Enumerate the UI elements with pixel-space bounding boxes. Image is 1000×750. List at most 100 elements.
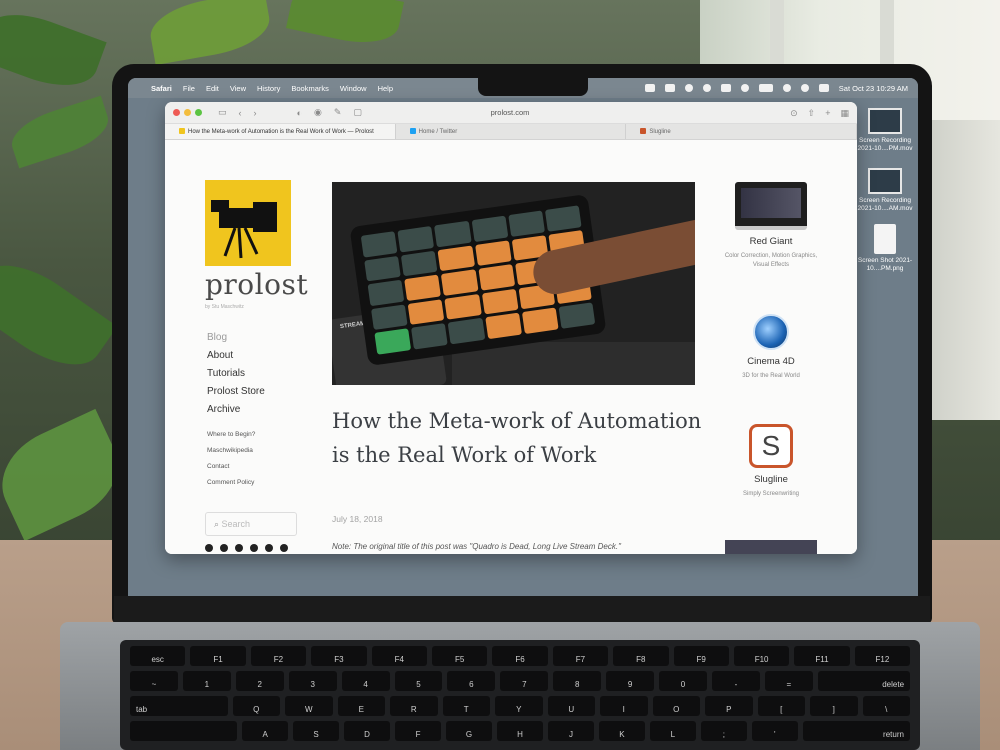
tab-slugline[interactable]: Slugline (626, 124, 857, 139)
twitter-icon[interactable] (205, 544, 213, 552)
email-icon[interactable] (280, 544, 288, 552)
site-brand[interactable]: prolost (205, 268, 308, 301)
key-9[interactable]: 9 (606, 671, 655, 691)
key-semicolon[interactable]: ; (700, 721, 747, 741)
menu-edit[interactable]: Edit (206, 84, 219, 93)
key-u[interactable]: U (547, 696, 595, 716)
ad-cinema-4d[interactable]: Cinema 4D 3D for the Real World (721, 314, 821, 381)
key-8[interactable]: 8 (553, 671, 602, 691)
key-delete[interactable]: delete (817, 671, 911, 691)
key-f1[interactable]: F1 (190, 646, 246, 666)
key-p[interactable]: P (705, 696, 753, 716)
key-h[interactable]: H (496, 721, 543, 741)
status-color-icon[interactable] (702, 84, 711, 92)
new-tab-icon[interactable]: + (825, 108, 830, 118)
key-return[interactable]: return (802, 721, 910, 741)
menu-file[interactable]: File (183, 84, 195, 93)
nav-comment-policy[interactable]: Comment Policy (207, 479, 265, 486)
search-icon[interactable] (800, 84, 809, 92)
user-icon[interactable] (740, 84, 749, 92)
menubar-clock[interactable]: Sat Oct 23 10:29 AM (839, 84, 908, 93)
youtube-icon[interactable] (235, 544, 243, 552)
key-6[interactable]: 6 (447, 671, 496, 691)
key-i[interactable]: I (600, 696, 648, 716)
minimize-window-icon[interactable] (184, 109, 191, 116)
key-2[interactable]: 2 (235, 671, 284, 691)
tab-prolost[interactable]: How the Meta-work of Automation is the R… (165, 124, 396, 139)
ad-slugline[interactable]: S Slugline Simply Screenwriting (721, 424, 821, 499)
nav-blog[interactable]: Blog (207, 332, 265, 343)
status-script-icon[interactable] (720, 84, 731, 92)
key-f7[interactable]: F7 (552, 646, 609, 666)
key-w[interactable]: W (285, 696, 333, 716)
menu-history[interactable]: History (257, 84, 280, 93)
vimeo-icon[interactable] (250, 544, 258, 552)
key-f6[interactable]: F6 (492, 646, 548, 666)
download-icon[interactable]: ⊙ (790, 108, 798, 119)
menu-app-safari[interactable]: Safari (151, 84, 172, 93)
key-q[interactable]: Q (232, 696, 280, 716)
key-minus[interactable]: - (711, 671, 760, 691)
nav-where-to-begin[interactable]: Where to Begin? (207, 431, 265, 438)
key-g[interactable]: G (446, 721, 492, 741)
key-f8[interactable]: F8 (613, 646, 669, 666)
article-title[interactable]: How the Meta-work of Automation is the R… (332, 404, 712, 472)
key-0[interactable]: 0 (659, 671, 707, 691)
sidebar-toggle-icon[interactable]: ▭ (218, 107, 227, 118)
tab-twitter[interactable]: Home / Twitter (396, 124, 627, 139)
control-center-icon[interactable] (818, 84, 829, 92)
key-4[interactable]: 4 (341, 671, 390, 691)
nav-archive[interactable]: Archive (207, 404, 265, 415)
key-equals[interactable]: = (764, 671, 813, 691)
key-t[interactable]: T (442, 696, 490, 716)
ad-thumbnail[interactable] (725, 540, 817, 554)
prolost-logo[interactable] (205, 180, 291, 266)
key-j[interactable]: J (547, 721, 594, 741)
nav-about[interactable]: About (207, 350, 265, 361)
nav-maschwikipedia[interactable]: Maschwikipedia (207, 447, 265, 454)
nav-prolost-store[interactable]: Prolost Store (207, 386, 265, 397)
tab-overview-icon[interactable]: ▦ (840, 108, 849, 119)
key-f10[interactable]: F10 (733, 646, 790, 666)
menu-view[interactable]: View (230, 84, 246, 93)
menu-bookmarks[interactable]: Bookmarks (291, 84, 329, 93)
key-a[interactable]: A (242, 721, 289, 741)
key-f4[interactable]: F4 (371, 646, 427, 666)
desktop-file-recording-2[interactable]: Screen Recording 2021-10....AM.mov (850, 168, 918, 213)
battery-icon[interactable] (758, 84, 773, 92)
forward-icon[interactable]: › (254, 108, 257, 118)
key-r[interactable]: R (390, 696, 438, 716)
extension-icon[interactable]: ▢ (353, 107, 362, 118)
key-tab[interactable]: tab (130, 696, 228, 716)
key-f9[interactable]: F9 (673, 646, 729, 666)
key-k[interactable]: K (598, 721, 645, 741)
key-quote[interactable]: ' (751, 721, 798, 741)
key-y[interactable]: Y (495, 696, 543, 716)
key-1[interactable]: 1 (182, 671, 231, 691)
desktop-file-screenshot[interactable]: Screen Shot 2021-10....PM.png (850, 224, 918, 273)
nav-contact[interactable]: Contact (207, 463, 265, 470)
key-f2[interactable]: F2 (250, 646, 307, 666)
close-window-icon[interactable] (173, 109, 180, 116)
key-s[interactable]: S (293, 721, 340, 741)
wifi-icon[interactable] (782, 84, 791, 92)
key-7[interactable]: 7 (500, 671, 549, 691)
status-circle-icon[interactable] (684, 84, 693, 92)
menu-window[interactable]: Window (340, 84, 367, 93)
address-bar[interactable]: prolost.com (435, 106, 585, 120)
key-f12[interactable]: F12 (854, 646, 911, 666)
status-app-icon[interactable] (644, 84, 655, 92)
github-icon[interactable] (220, 544, 228, 552)
key-tilde[interactable]: ~ (130, 671, 178, 691)
key-e[interactable]: E (337, 696, 385, 716)
key-right-bracket[interactable]: ] (810, 696, 858, 716)
nav-tutorials[interactable]: Tutorials (207, 368, 265, 379)
key-3[interactable]: 3 (288, 671, 337, 691)
ad-red-giant[interactable]: Red Giant Color Correction, Motion Graph… (721, 182, 821, 270)
key-caps-lock[interactable] (130, 721, 238, 741)
key-f5[interactable]: F5 (431, 646, 488, 666)
key-5[interactable]: 5 (394, 671, 443, 691)
key-f[interactable]: F (395, 721, 442, 741)
key-l[interactable]: L (649, 721, 696, 741)
instagram-icon[interactable] (265, 544, 273, 552)
